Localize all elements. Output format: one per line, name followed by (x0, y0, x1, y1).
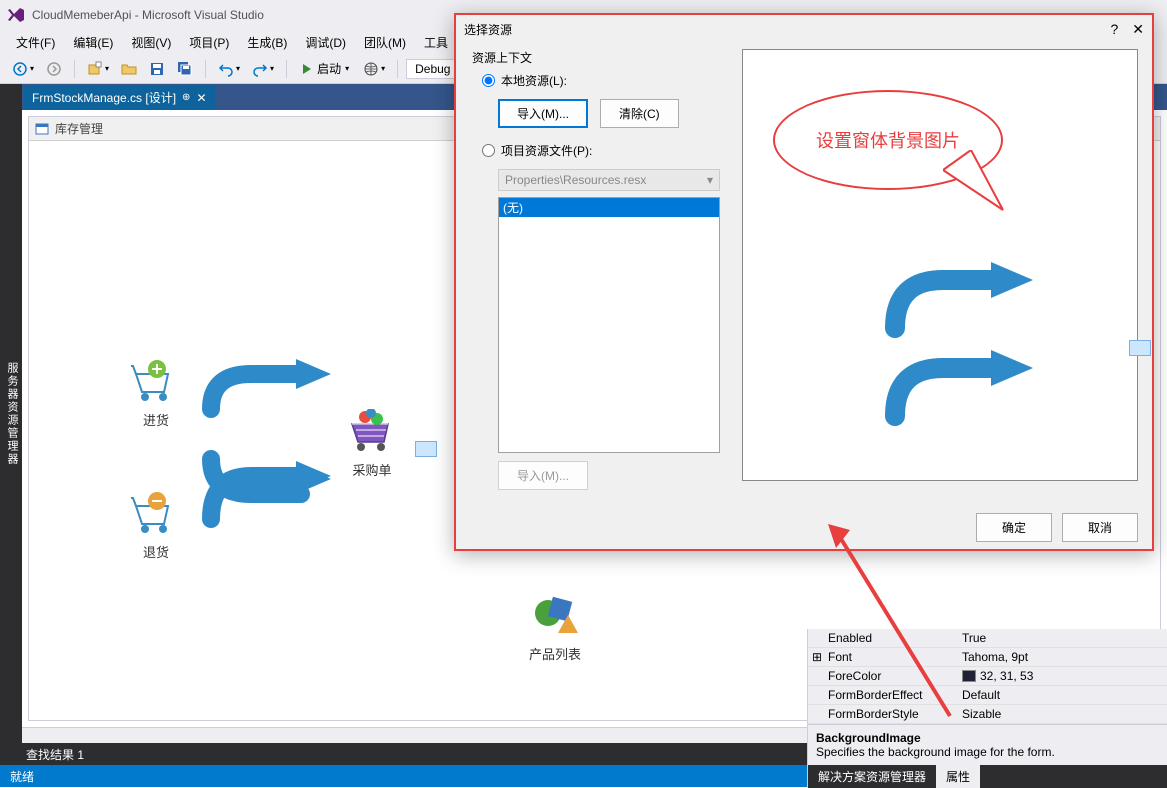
save-all-button[interactable] (173, 59, 197, 79)
right-panel-tabs: 解决方案资源管理器 属性 (808, 765, 1167, 788)
start-label: 启动 (317, 60, 341, 77)
dialog-body: 资源上下文 本地资源(L): 导入(M)... 清除(C) 项目资源文件(P):… (456, 43, 1152, 505)
solution-explorer-tab[interactable]: 解决方案资源管理器 (808, 765, 936, 788)
close-button[interactable]: ✕ (1132, 21, 1144, 38)
dialog-title: 选择资源 (464, 21, 512, 38)
prop-row: ⊞FontTahoma, 9pt (808, 648, 1167, 667)
dialog-footer: 确定 取消 (456, 505, 1152, 549)
cancel-button[interactable]: 取消 (1062, 513, 1138, 542)
save-button[interactable] (145, 59, 169, 79)
ok-button[interactable]: 确定 (976, 513, 1052, 542)
radio-input[interactable] (482, 144, 495, 157)
color-swatch (962, 670, 976, 682)
select-resource-dialog: 选择资源 ? ✕ 资源上下文 本地资源(L): 导入(M)... 清除(C) 项… (454, 13, 1154, 551)
project-resource-radio[interactable]: 项目资源文件(P): (482, 142, 728, 159)
server-explorer-tab[interactable]: 服务器资源管理器 (4, 362, 20, 466)
properties-tab[interactable]: 属性 (936, 765, 980, 788)
prop-desc-title: BackgroundImage (816, 731, 1159, 745)
import-button-2: 导入(M)... (498, 461, 588, 490)
list-item-none[interactable]: (无) (499, 198, 719, 217)
chevron-down-icon: ▾ (707, 173, 713, 187)
prop-desc-text: Specifies the background image for the f… (816, 745, 1159, 759)
menu-build[interactable]: 生成(B) (239, 32, 295, 53)
stock-in-label: 进货 (131, 410, 181, 429)
product-list-label: 产品列表 (529, 644, 581, 663)
selection-handle[interactable] (1129, 340, 1151, 356)
stock-return-label: 退货 (131, 542, 181, 561)
properties-panel: EnabledTrue ⊞FontTahoma, 9pt ForeColor32… (807, 629, 1167, 788)
import-button[interactable]: 导入(M)... (498, 99, 588, 128)
pin-icon[interactable]: ⊕ (182, 92, 190, 103)
redo-button[interactable]: ▾ (248, 59, 278, 79)
nav-forward-button[interactable] (42, 59, 66, 79)
tab-label: FrmStockManage.cs [设计] (32, 89, 176, 106)
menu-debug[interactable]: 调试(D) (297, 32, 354, 53)
menu-team[interactable]: 团队(M) (356, 32, 414, 53)
resource-context-group: 资源上下文 本地资源(L): 导入(M)... 清除(C) 项目资源文件(P):… (470, 49, 728, 499)
product-list-item[interactable]: 产品列表 (529, 593, 581, 663)
menu-file[interactable]: 文件(F) (8, 32, 63, 53)
group-label: 资源上下文 (470, 49, 728, 66)
stock-return-item[interactable]: 退货 (131, 491, 181, 561)
browser-button[interactable]: ▾ (359, 59, 389, 79)
menu-view[interactable]: 视图(V) (123, 32, 179, 53)
status-label: 就绪 (10, 768, 34, 785)
prop-row: ForeColor32, 31, 53 (808, 667, 1167, 686)
arrow-icon (883, 348, 1033, 428)
local-resource-radio[interactable]: 本地资源(L): (482, 72, 728, 89)
preview-box: 设置窗体背景图片 (742, 49, 1138, 481)
expand-icon[interactable]: ⊞ (812, 650, 822, 665)
radio-input[interactable] (482, 74, 495, 87)
arrow-icon (201, 461, 331, 531)
cart-colored-icon (347, 409, 397, 453)
menu-project[interactable]: 项目(P) (181, 32, 237, 53)
cart-plus-icon (131, 359, 181, 403)
nav-back-button[interactable]: ▾ (8, 59, 38, 79)
help-button[interactable]: ? (1110, 21, 1118, 38)
document-tab-active[interactable]: FrmStockManage.cs [设计] ⊕ ✕ (24, 85, 215, 110)
callout-tail-icon (943, 150, 1033, 220)
property-grid[interactable]: EnabledTrue ⊞FontTahoma, 9pt ForeColor32… (808, 629, 1167, 724)
selection-handle[interactable] (415, 441, 437, 457)
prop-row: FormBorderStyleSizable (808, 705, 1167, 724)
find-results-label: 查找结果 1 (26, 746, 84, 763)
arrow-icon (201, 359, 331, 429)
arrow-icon (883, 260, 1033, 340)
vs-logo-icon (8, 7, 24, 23)
property-description: BackgroundImage Specifies the background… (808, 724, 1167, 765)
purchase-order-item[interactable]: 采购单 (347, 409, 397, 479)
prop-row: EnabledTrue (808, 629, 1167, 648)
form-title: 库存管理 (55, 120, 103, 137)
dialog-title-bar: 选择资源 ? ✕ (456, 15, 1152, 43)
preview-pane: 设置窗体背景图片 (742, 49, 1138, 499)
resource-file-combo[interactable]: Properties\Resources.resx ▾ (498, 169, 720, 191)
menu-tools[interactable]: 工具 (416, 32, 456, 53)
stock-in-item[interactable]: 进货 (131, 359, 181, 429)
open-file-button[interactable] (117, 59, 141, 79)
shapes-icon (530, 593, 580, 637)
left-tool-strip: 服务器资源管理器 工具箱 测试资源管理器 (0, 84, 22, 743)
clear-button[interactable]: 清除(C) (600, 99, 679, 128)
prop-row: FormBorderEffectDefault (808, 686, 1167, 705)
new-project-button[interactable]: ▾ (83, 59, 113, 79)
cart-minus-icon (131, 491, 181, 535)
resource-listbox[interactable]: (无) (498, 197, 720, 453)
form-icon (35, 122, 49, 136)
start-debug-button[interactable]: 启动 ▾ (295, 58, 355, 79)
window-title: CloudMemeberApi - Microsoft Visual Studi… (32, 8, 264, 22)
menu-edit[interactable]: 编辑(E) (65, 32, 121, 53)
close-icon[interactable]: ✕ (196, 91, 206, 105)
purchase-order-label: 采购单 (347, 460, 397, 479)
undo-button[interactable]: ▾ (214, 59, 244, 79)
